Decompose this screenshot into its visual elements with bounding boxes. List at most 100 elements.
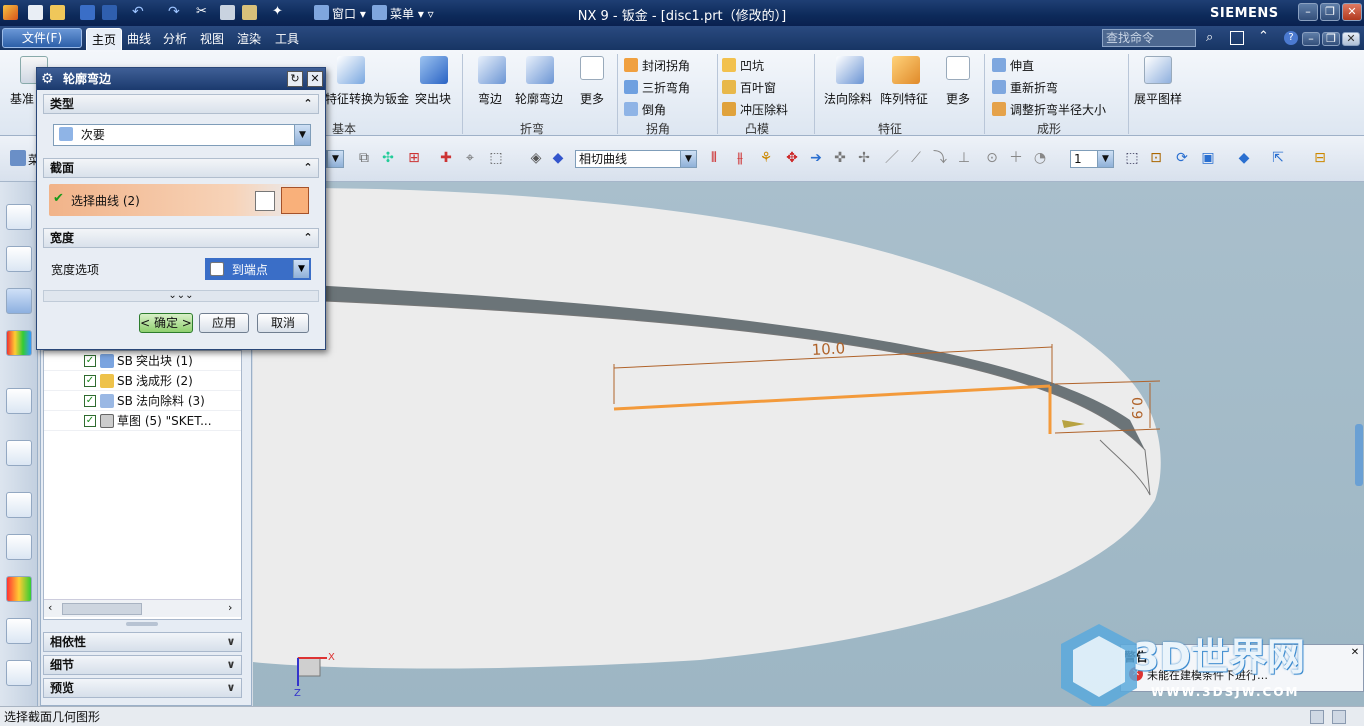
web-browser-icon[interactable] [6,440,32,466]
more-feature-button[interactable]: 更多 [946,90,970,107]
rebend-button[interactable]: 重新折弯 [992,79,1058,96]
closed-corner-button[interactable]: 封闭拐角 [624,57,690,74]
chamfer-button[interactable]: 倒角 [624,101,666,118]
select-body-icon[interactable]: ✣ [380,150,396,166]
datum-label[interactable]: 基准 [10,90,34,107]
zoom-icon[interactable]: ⊡ [1148,150,1164,166]
tab-tools[interactable]: 工具 [275,30,299,47]
center-point-icon[interactable]: ⊙ [984,150,1000,166]
history-icon[interactable] [6,492,32,518]
visibility-checkbox[interactable]: ✓ [84,375,96,387]
section-section-header[interactable]: 截面 ⌃ [43,158,319,178]
sketch-section-icon[interactable] [255,191,275,211]
help-icon[interactable]: ? [1284,31,1298,45]
more-bend-icon[interactable] [580,56,604,80]
visibility-checkbox[interactable]: ✓ [84,395,96,407]
measure-icon[interactable]: ⊟ [1312,150,1328,166]
fit-view-icon[interactable]: ⬚ [1124,150,1140,166]
collapse-chevron-icon[interactable]: ⌃ [300,96,316,112]
tab-home[interactable]: 主页 [86,28,123,50]
unbend-button[interactable]: 伸直 [992,57,1034,74]
convert-to-sheetmetal-button[interactable]: 特征转换为钣金 [325,90,409,107]
dependencies-panel-header[interactable]: 相依性 ∨ [43,632,242,652]
louver-button[interactable]: 百叶窗 [722,79,776,96]
flat-pattern-icon[interactable] [1144,56,1172,84]
dialog-close-icon[interactable]: ✕ [307,71,323,87]
work-layer-dropdown[interactable]: 1 ▼ [1070,150,1114,168]
contour-flange-button[interactable]: 轮廓弯边 [515,90,563,107]
tab-render[interactable]: 渲染 [237,30,261,47]
menu-toolbar-icon[interactable] [10,150,26,166]
dimple-button[interactable]: 凹坑 [722,57,764,74]
search-icon[interactable]: ⌕ [1206,30,1213,45]
pattern-feature-button[interactable]: 阵列特征 [880,90,928,107]
info-icon[interactable] [6,388,32,414]
tree-row-sketch[interactable]: ✓ 草图 (5) "SKET... [44,411,241,431]
tree-row-emboss[interactable]: ✓ SB 浅成形 (2) [44,371,241,391]
orient-view-icon[interactable]: ▣ [1200,150,1216,166]
reuse-library-icon[interactable] [6,330,32,356]
arrow-right-icon[interactable]: ➔ [808,150,824,166]
width-section-header[interactable]: 宽度 ⌃ [43,228,319,248]
preview-panel-header[interactable]: 预览 ∨ [43,678,242,698]
snap-point-icon[interactable]: ✚ [438,150,454,166]
solid-select-icon[interactable]: ◆ [550,150,566,166]
collapse-chevron-icon[interactable]: ⌃ [300,230,316,246]
more-bend-button[interactable]: 更多 [580,90,604,107]
scroll-left-icon[interactable]: ‹ [48,601,52,614]
snap-icon[interactable]: ✢ [856,150,872,166]
restore-button[interactable]: ❐ [1320,3,1340,21]
three-bend-corner-button[interactable]: 三折弯角 [624,79,690,96]
line-icon[interactable]: ／ [884,150,900,166]
palette-icon[interactable] [6,576,32,602]
tab-view[interactable]: 视图 [200,30,224,47]
follow-fillet-icon[interactable]: ⫵ [732,150,748,166]
file-menu-button[interactable]: 文件(F) [2,28,82,48]
details-panel-header[interactable]: 细节 ∨ [43,655,242,675]
assembly-navigator-icon[interactable] [6,204,32,230]
vertical-scroll-indicator[interactable] [1355,424,1363,486]
tree-row-normal-cutout[interactable]: ✓ SB 法向除料 (3) [44,391,241,411]
doc-minimize-button[interactable]: – [1302,32,1320,46]
type-section-header[interactable]: 类型 ⌃ [43,94,319,114]
panel-splitter-handle[interactable] [126,622,158,626]
box-select-icon[interactable]: ⬚ [488,150,504,166]
arc-icon[interactable]: ⤵ [932,150,948,166]
flat-pattern-button[interactable]: 展平图样 [1134,90,1182,107]
move-icon[interactable]: ✜ [832,150,848,166]
stop-at-intersection-icon[interactable]: ⫴ [706,150,722,166]
reset-icon[interactable]: ↻ [287,71,303,87]
render-style-icon[interactable]: ◆ [1236,150,1252,166]
type-dropdown[interactable]: 次要 ▼ [53,124,311,146]
horizontal-scrollbar[interactable]: ‹ › [44,599,241,617]
fullscreen-icon[interactable] [1230,31,1244,45]
command-search-input[interactable]: 查找命令 [1102,29,1196,47]
pattern-feature-icon[interactable] [892,56,920,84]
normal-icon[interactable]: ⊥ [956,150,972,166]
part-navigator-icon[interactable] [6,288,32,314]
flange-button[interactable]: 弯边 [478,90,502,107]
expand-chevron-icon[interactable]: ∨ [223,680,239,696]
dimension-height-label[interactable]: 0.9 [1128,397,1144,419]
more-feature-icon[interactable] [946,56,970,80]
scroll-right-icon[interactable]: › [228,601,232,614]
expand-chevron-icon[interactable]: ∨ [223,634,239,650]
visibility-checkbox[interactable]: ✓ [84,415,96,427]
minimize-button[interactable]: – [1298,3,1318,21]
doc-close-button[interactable]: ✕ [1342,32,1360,46]
path-icon[interactable]: ✥ [784,150,800,166]
cancel-button[interactable]: 取消 [257,313,309,333]
tree-row-tab[interactable]: ✓ SB 突出块 (1) [44,351,241,371]
curve-rule-dropdown[interactable]: 相切曲线 ▼ [575,150,697,168]
contour-flange-icon[interactable] [526,56,554,84]
close-button[interactable]: ✕ [1342,3,1362,21]
resize-bend-radius-button[interactable]: 调整折弯半径大小 [992,101,1106,118]
rotate-icon[interactable]: ⟳ [1174,150,1190,166]
scrollbar-thumb[interactable] [62,603,142,615]
crosshair-icon[interactable]: ⌖ [462,150,478,166]
apply-button[interactable]: 应用 [199,313,249,333]
print-icon[interactable] [6,660,32,686]
graphics-window[interactable]: 10.0 0.9 X Z 警告 ✕ 未能在建模条件下进行… ✕ 3D世界网 WW… [253,182,1364,706]
collapse-ribbon-icon[interactable]: ⌃ [1258,29,1269,44]
constraint-navigator-icon[interactable] [6,246,32,272]
